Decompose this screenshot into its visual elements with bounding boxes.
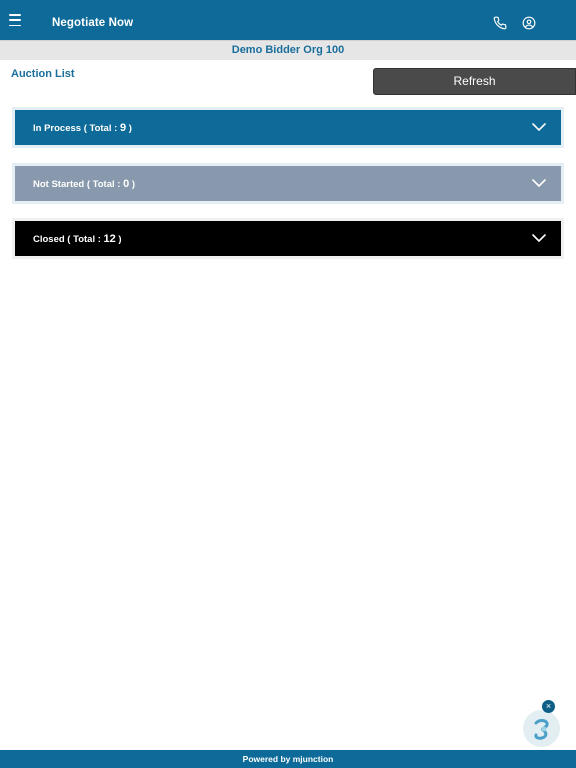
accordion-label: Closed ( Total : 12 ): [33, 232, 122, 245]
chat-close-button[interactable]: ×: [542, 700, 555, 713]
accordion-in-process[interactable]: In Process ( Total : 9 ): [12, 107, 564, 148]
chatbot-icon[interactable]: [523, 710, 560, 747]
user-circle-icon[interactable]: [522, 16, 536, 30]
hamburger-menu-icon[interactable]: [9, 14, 23, 26]
auction-list-title: Auction List: [11, 68, 75, 80]
app-title: Negotiate Now: [52, 17, 134, 29]
accordion-not-started[interactable]: Not Started ( Total : 0 ): [12, 163, 564, 204]
footer-powered-by: Powered by mjunction: [0, 750, 576, 768]
app-header: Negotiate Now: [0, 0, 576, 40]
chevron-down-icon[interactable]: [531, 177, 547, 189]
phone-icon[interactable]: [493, 16, 507, 30]
accordion-label: Not Started ( Total : 0 ): [33, 177, 136, 190]
accordion-count: 12: [103, 232, 116, 245]
chevron-down-icon[interactable]: [531, 232, 547, 244]
accordion-closed[interactable]: Closed ( Total : 12 ): [12, 218, 564, 259]
accordion-label: In Process ( Total : 9 ): [33, 121, 132, 134]
app-screen: Negotiate Now Demo Bidder Org 100 Auctio…: [0, 0, 576, 768]
organization-name-bar: Demo Bidder Org 100: [0, 40, 576, 60]
chevron-down-icon[interactable]: [531, 121, 547, 133]
refresh-button[interactable]: Refresh: [373, 68, 576, 95]
